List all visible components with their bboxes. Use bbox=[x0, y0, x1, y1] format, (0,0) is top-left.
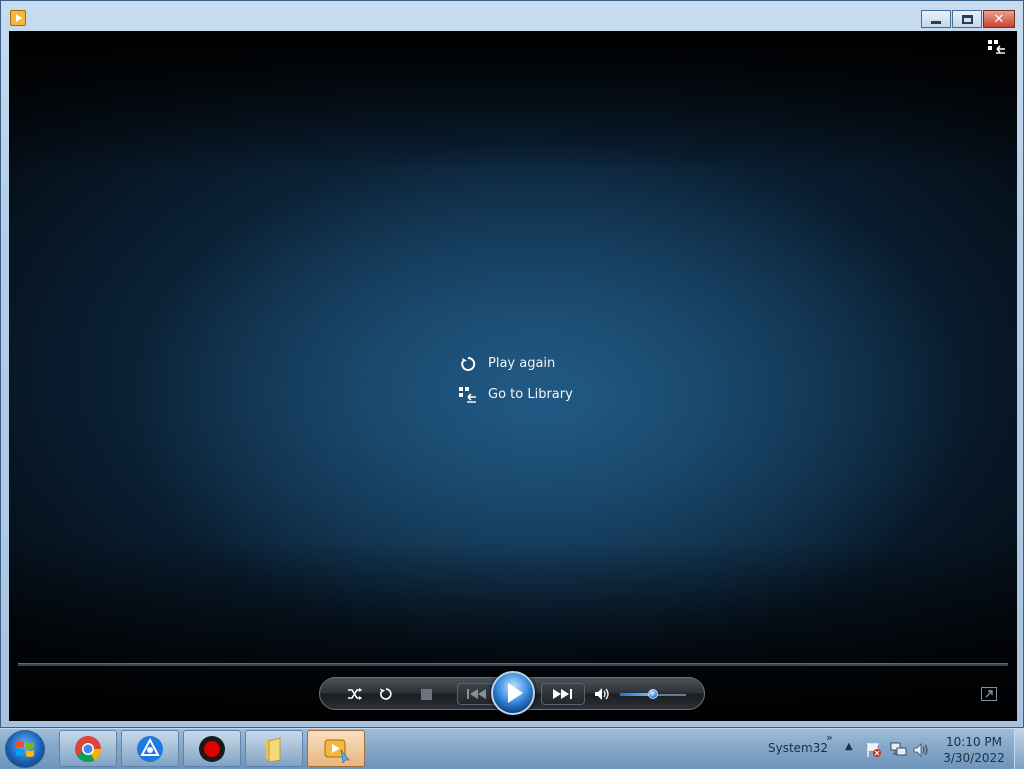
next-icon bbox=[553, 689, 572, 699]
shuffle-icon bbox=[348, 688, 362, 700]
title-bar[interactable]: ✕ bbox=[1, 1, 1023, 31]
close-icon: ✕ bbox=[993, 11, 1005, 27]
stop-icon bbox=[420, 688, 432, 700]
next-button[interactable] bbox=[541, 683, 585, 705]
playback-controls bbox=[319, 671, 705, 715]
switch-to-library-icon[interactable] bbox=[988, 40, 1006, 54]
speaker-icon[interactable] bbox=[913, 742, 931, 758]
start-button[interactable] bbox=[5, 730, 45, 768]
show-desktop-button[interactable] bbox=[1014, 729, 1024, 769]
video-viewport[interactable]: Play again Go to Library bbox=[9, 31, 1017, 721]
minimize-button[interactable] bbox=[921, 10, 951, 28]
taskbar-media-player[interactable] bbox=[307, 730, 365, 767]
clock-time: 10:10 PM bbox=[946, 735, 1002, 749]
play-icon bbox=[507, 683, 523, 703]
play-again-label: Play again bbox=[488, 356, 556, 371]
seek-bar[interactable] bbox=[18, 663, 1008, 666]
chrome-icon bbox=[75, 735, 102, 762]
go-to-library-label: Go to Library bbox=[488, 387, 573, 402]
minimize-icon bbox=[931, 20, 941, 24]
windows-logo-icon bbox=[16, 741, 34, 757]
volume-slider-thumb[interactable] bbox=[648, 689, 658, 699]
maximize-icon bbox=[961, 14, 973, 24]
taskbar-blue-app[interactable] bbox=[121, 730, 179, 767]
mute-button[interactable] bbox=[592, 684, 614, 704]
end-of-media-menu: Play again Go to Library bbox=[459, 348, 573, 410]
show-hidden-icons-icon[interactable]: ▲ bbox=[845, 741, 853, 752]
media-player-app-icon[interactable] bbox=[10, 10, 26, 26]
network-icon[interactable] bbox=[890, 742, 908, 758]
close-button[interactable]: ✕ bbox=[983, 10, 1015, 28]
blue-app-icon bbox=[137, 735, 163, 762]
toolbar-overflow-chevron-icon[interactable]: » bbox=[826, 731, 833, 744]
play-again-option[interactable]: Play again bbox=[459, 348, 573, 379]
system32-toolbar-label[interactable]: System32 bbox=[768, 741, 828, 755]
clock-date: 3/30/2022 bbox=[943, 751, 1005, 765]
media-player-icon bbox=[324, 739, 350, 763]
record-icon bbox=[199, 735, 225, 762]
maximize-button[interactable] bbox=[952, 10, 982, 28]
taskbar-explorer[interactable] bbox=[245, 730, 303, 767]
shuffle-button[interactable] bbox=[344, 684, 366, 704]
volume-icon bbox=[595, 688, 609, 700]
play-button[interactable] bbox=[491, 671, 535, 715]
window-controls: ✕ bbox=[921, 10, 1015, 28]
stop-button[interactable] bbox=[415, 684, 437, 704]
taskbar-recorder[interactable] bbox=[183, 730, 241, 767]
library-icon bbox=[459, 386, 477, 404]
viewport-top-fade bbox=[9, 31, 1017, 171]
repeat-button[interactable] bbox=[375, 684, 397, 704]
switch-to-now-playing-icon[interactable] bbox=[981, 687, 997, 701]
media-player-window: ✕ Play again Go to Library bbox=[0, 0, 1024, 728]
taskbar-chrome[interactable] bbox=[59, 730, 117, 767]
action-center-flag-icon[interactable] bbox=[866, 742, 882, 758]
go-to-library-option[interactable]: Go to Library bbox=[459, 379, 573, 410]
taskbar: System32 » ▲ 10:10 PM 3/30/2022 bbox=[0, 728, 1024, 769]
taskbar-clock[interactable]: 10:10 PM 3/30/2022 bbox=[940, 734, 1008, 766]
repeat-icon bbox=[380, 688, 392, 700]
folder-icon bbox=[266, 736, 281, 762]
replay-icon bbox=[459, 355, 477, 373]
